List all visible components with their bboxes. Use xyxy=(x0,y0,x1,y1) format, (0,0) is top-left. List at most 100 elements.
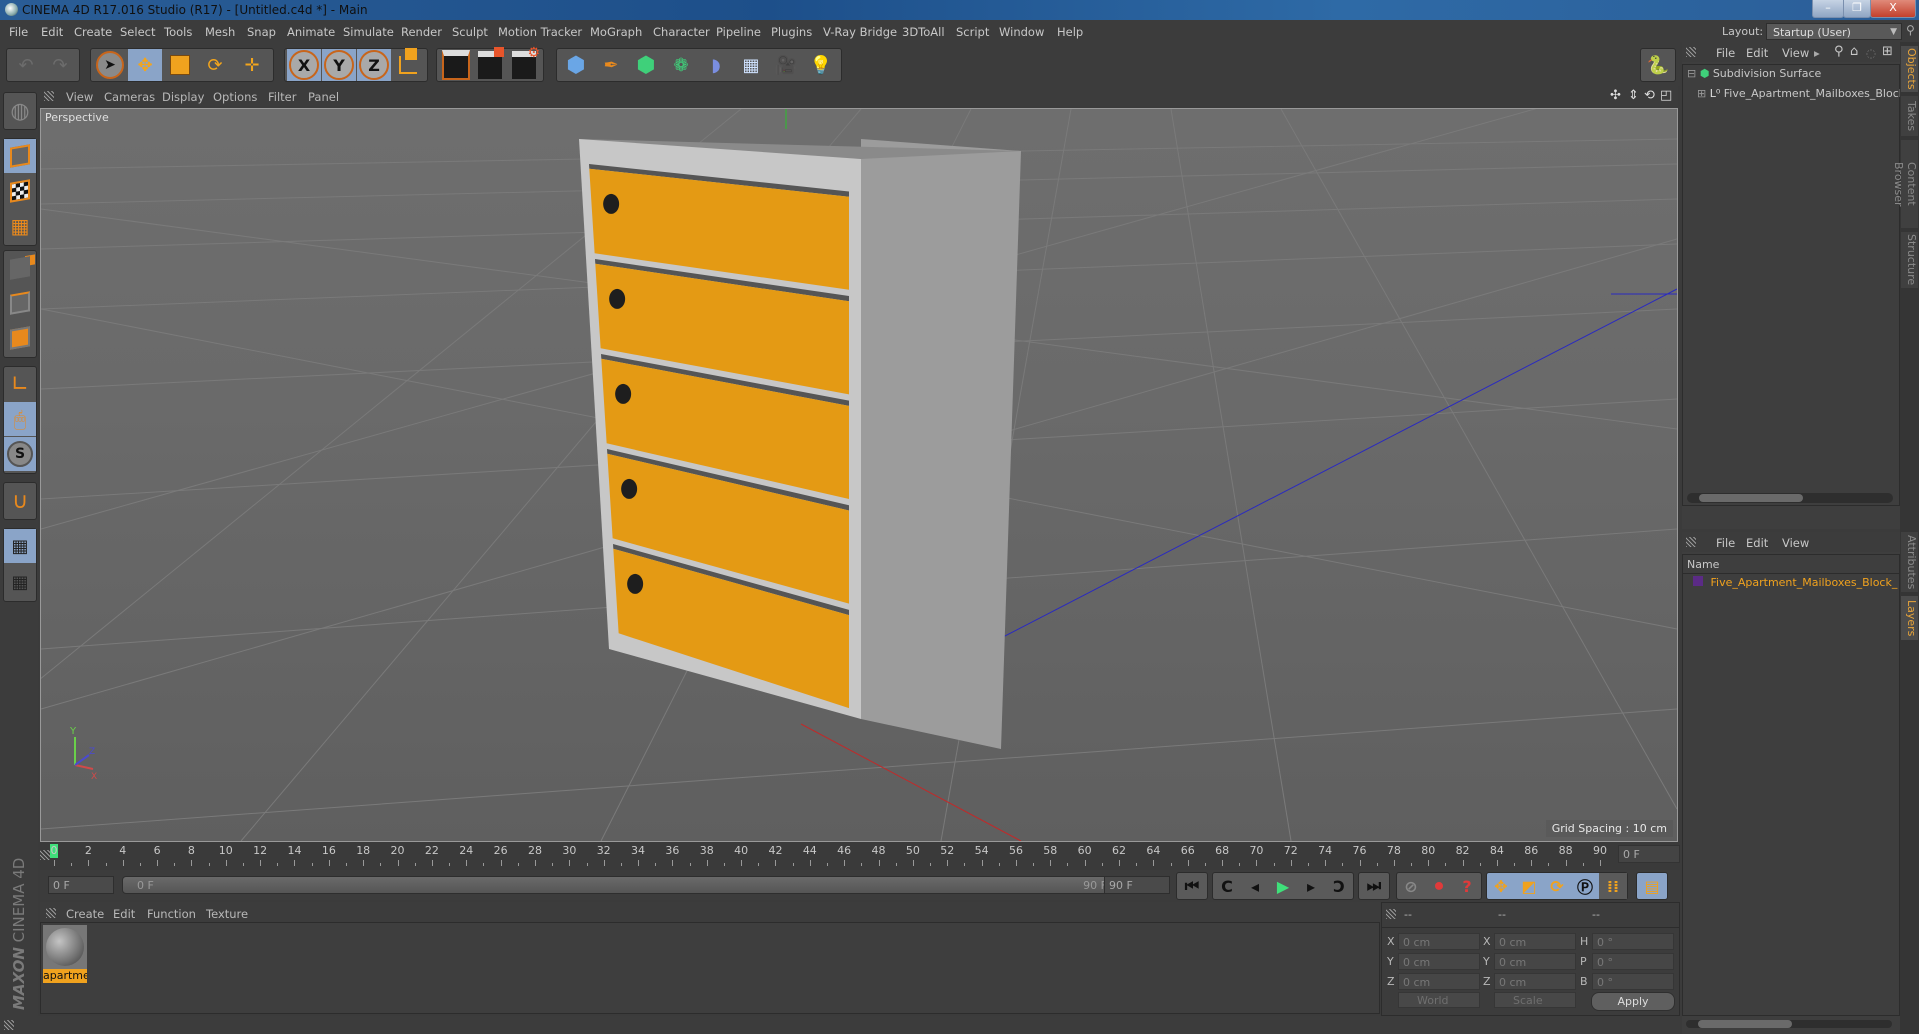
mailbox-model[interactable] xyxy=(579,139,1021,749)
panel-grip-icon[interactable] xyxy=(1386,909,1396,919)
menu-simulate[interactable]: Simulate xyxy=(343,25,394,39)
tab-structure[interactable]: Structure xyxy=(1901,232,1918,288)
tab-content-browser[interactable]: Content Browser xyxy=(1892,140,1918,228)
start-frame-field[interactable]: 0 F xyxy=(48,876,114,894)
y-axis-lock-button[interactable]: Y xyxy=(322,49,356,81)
object-menu-edit[interactable]: Edit xyxy=(1746,46,1768,60)
material-menu-texture[interactable]: Texture xyxy=(206,907,248,921)
panel-grip-icon[interactable] xyxy=(4,1020,14,1030)
live-selection-icon[interactable]: ➤ xyxy=(93,49,127,81)
floor-icon[interactable]: ▦ xyxy=(734,49,768,81)
size-y-field[interactable]: 0 cm xyxy=(1494,953,1576,970)
minimize-button[interactable]: – xyxy=(1812,0,1844,18)
layout-select[interactable]: Startup (User) ▼ xyxy=(1766,23,1902,40)
panel-grip-icon[interactable] xyxy=(40,850,50,860)
timeline-ruler[interactable]: 0 2 4 6 8 10 12 14 16 18 20 22 24 26 28 30 32 34 36 38 40 42 4… xyxy=(40,842,1680,870)
panel-grip-icon[interactable] xyxy=(1686,47,1696,57)
apply-button[interactable]: Apply xyxy=(1591,992,1675,1011)
planar-workplane-icon[interactable]: ▦ xyxy=(4,565,36,599)
menu-script[interactable]: Script xyxy=(956,25,989,39)
size-x-field[interactable]: 0 cm xyxy=(1494,933,1576,950)
menu-plugins[interactable]: Plugins xyxy=(771,25,812,39)
menu-character[interactable]: Character xyxy=(653,25,710,39)
position-x-field[interactable]: 0 cm xyxy=(1398,933,1480,950)
tab-takes[interactable]: Takes xyxy=(1901,96,1918,136)
goto-start-icon[interactable]: ⏮ xyxy=(1178,873,1206,899)
menu-vray-bridge[interactable]: V-Ray Bridge xyxy=(823,25,897,39)
menu-mograph[interactable]: MoGraph xyxy=(590,25,642,39)
redo-icon[interactable]: ↷ xyxy=(43,49,77,81)
texture-mode-icon[interactable] xyxy=(4,174,36,208)
viewport-menu-cameras[interactable]: Cameras xyxy=(104,90,155,104)
position-y-field[interactable]: 0 cm xyxy=(1398,953,1480,970)
menu-help[interactable]: Help xyxy=(1057,25,1083,39)
home-icon[interactable]: ⌂ xyxy=(1850,44,1858,59)
axis-mode-icon[interactable]: ∟ xyxy=(4,367,36,401)
light-icon[interactable]: 💡 xyxy=(804,49,838,81)
layer-menu-edit[interactable]: Edit xyxy=(1746,536,1768,550)
viewport-menu-display[interactable]: Display xyxy=(162,90,204,104)
layer-menu-view[interactable]: View xyxy=(1782,536,1809,550)
bend-deformer-icon[interactable]: ◗ xyxy=(699,49,733,81)
tab-layers[interactable]: Layers xyxy=(1901,596,1918,640)
menu-window[interactable]: Window xyxy=(999,25,1044,39)
menu-mesh[interactable]: Mesh xyxy=(205,25,235,39)
point-level-animation-icon[interactable]: ⁞⁞ xyxy=(1599,873,1627,899)
move-view-icon[interactable]: ✣ xyxy=(1610,88,1621,103)
layer-color-swatch[interactable] xyxy=(1693,576,1703,586)
polygons-mode-icon[interactable] xyxy=(4,321,36,355)
autokeying-icon[interactable]: ⏺ xyxy=(1425,873,1453,899)
next-frame-icon[interactable]: ▸ xyxy=(1297,873,1325,899)
end-frame-field[interactable]: 90 F xyxy=(1104,876,1170,894)
restore-button[interactable]: ❐ xyxy=(1843,0,1871,18)
points-mode-icon[interactable] xyxy=(4,251,36,285)
subdivision-surface-icon[interactable]: ⬢ xyxy=(629,49,663,81)
camera-icon[interactable]: 🎥 xyxy=(769,49,803,81)
expand-icon[interactable]: ⊞ xyxy=(1697,87,1706,100)
edges-mode-icon[interactable] xyxy=(4,286,36,320)
current-frame-field[interactable]: 0 F xyxy=(1618,845,1680,863)
perspective-viewport[interactable]: Y X Z Perspective Grid Spacing : 10 cm xyxy=(40,108,1678,842)
maximize-view-icon[interactable]: ◰ xyxy=(1660,88,1672,103)
collapse-icon[interactable]: ⊟ xyxy=(1687,67,1696,80)
dolly-view-icon[interactable]: ⇕ xyxy=(1628,88,1639,103)
horizontal-scrollbar[interactable] xyxy=(1687,493,1893,503)
object-menu-file[interactable]: File xyxy=(1716,46,1735,60)
undo-icon[interactable]: ↶ xyxy=(9,49,43,81)
material-menu-function[interactable]: Function xyxy=(147,907,196,921)
position-z-field[interactable]: 0 cm xyxy=(1398,973,1480,990)
tab-objects[interactable]: Objects xyxy=(1901,46,1918,92)
scale-key-icon[interactable]: ◩ xyxy=(1515,873,1543,899)
keyframe-selection-icon[interactable]: ? xyxy=(1453,873,1481,899)
make-editable-icon[interactable]: ◍ xyxy=(4,94,36,128)
goto-end-icon[interactable]: ⏭ xyxy=(1360,873,1388,899)
film-strip-icon[interactable]: ▤ xyxy=(1638,873,1666,899)
render-view-icon[interactable] xyxy=(439,49,473,81)
record-keys-icon[interactable]: ⊘ xyxy=(1397,873,1425,899)
menu-file[interactable]: File xyxy=(9,25,28,39)
move-icon[interactable]: ✥ xyxy=(128,49,162,81)
layer-menu-file[interactable]: File xyxy=(1716,536,1735,550)
rotation-b-field[interactable]: 0 ° xyxy=(1592,973,1674,990)
material-menu-edit[interactable]: Edit xyxy=(113,907,135,921)
new-view-icon[interactable]: ⊞ xyxy=(1882,44,1893,59)
rotation-h-field[interactable]: 0 ° xyxy=(1592,933,1674,950)
previous-frame-icon[interactable]: ◂ xyxy=(1241,873,1269,899)
menu-edit[interactable]: Edit xyxy=(41,25,63,39)
frame-range-slider[interactable]: 0 F 90 F xyxy=(122,876,1132,894)
workplane-mode-icon[interactable]: ▦ xyxy=(4,209,36,243)
horizontal-scrollbar[interactable] xyxy=(1686,1020,1892,1028)
move-axis-icon[interactable]: ✛ xyxy=(235,49,269,81)
model-mode-icon[interactable] xyxy=(4,139,36,173)
menu-3dtoall[interactable]: 3DToAll xyxy=(902,25,945,39)
play-forward-icon[interactable]: ▶ xyxy=(1269,873,1297,899)
scrollbar-thumb[interactable] xyxy=(1698,1020,1792,1028)
world-coordinate-icon[interactable] xyxy=(391,48,425,81)
panel-grip-icon[interactable] xyxy=(44,91,54,101)
layer-row[interactable]: Five_Apartment_Mailboxes_Block_ xyxy=(1693,576,1897,594)
python-icon[interactable]: 🐍 xyxy=(1641,49,1675,81)
rotation-p-field[interactable]: 0 ° xyxy=(1592,953,1674,970)
scale-icon[interactable] xyxy=(163,49,197,81)
viewport-menu-filter[interactable]: Filter xyxy=(268,90,296,104)
tweak-mode-icon[interactable]: 🖱 xyxy=(4,402,36,436)
